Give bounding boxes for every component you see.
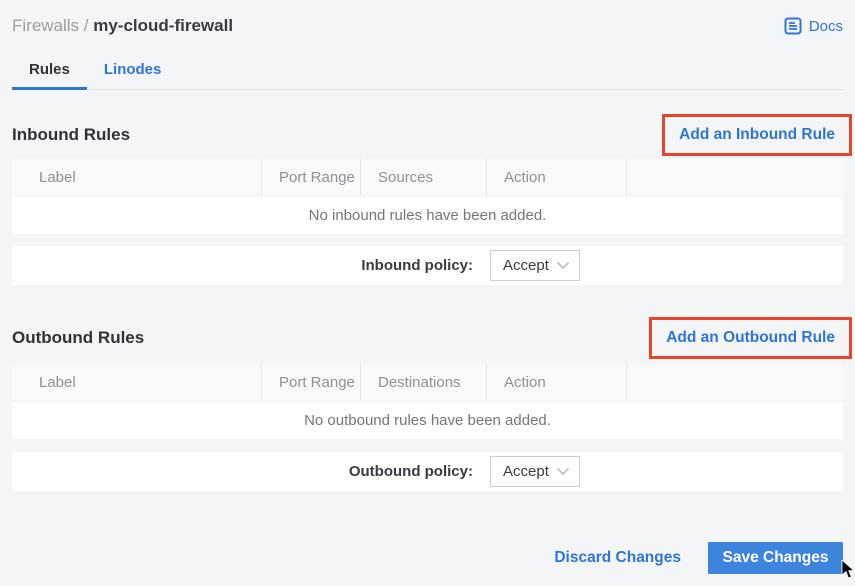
tab-linodes[interactable]: Linodes	[87, 55, 179, 90]
inbound-empty-row: No inbound rules have been added.	[12, 197, 843, 234]
add-outbound-rule-button[interactable]: Add an Outbound Rule	[666, 329, 835, 346]
inbound-column-port-range: Port Range	[261, 159, 360, 195]
breadcrumb-separator: /	[79, 16, 93, 35]
outbound-policy-row: Outbound policy: Accept	[12, 452, 843, 491]
inbound-policy-label: Inbound policy:	[12, 257, 473, 274]
save-changes-button[interactable]: Save Changes	[708, 542, 843, 574]
outbound-policy-label: Outbound policy:	[12, 463, 473, 480]
inbound-rules-title: Inbound Rules	[12, 125, 130, 145]
inbound-policy-row: Inbound policy: Accept	[12, 246, 843, 285]
inbound-section-header: Inbound Rules Add an Inbound Rule	[12, 113, 843, 157]
outbound-section-header: Outbound Rules Add an Outbound Rule	[12, 316, 843, 360]
outbound-policy-value: Accept	[503, 463, 549, 480]
outbound-column-port-range: Port Range	[261, 364, 360, 400]
mouse-cursor-icon	[841, 560, 855, 585]
outbound-empty-message: No outbound rules have been added.	[304, 412, 551, 429]
inbound-column-label: Label	[12, 159, 261, 195]
inbound-column-action: Action	[486, 159, 626, 195]
inbound-empty-message: No inbound rules have been added.	[309, 207, 547, 224]
breadcrumb-firewalls-link[interactable]: Firewalls	[12, 16, 79, 35]
outbound-rules-title: Outbound Rules	[12, 328, 144, 348]
topbar: Firewalls / my-cloud-firewall Docs	[12, 0, 843, 39]
annotation-highlight-inbound: Add an Inbound Rule	[662, 114, 852, 156]
footer-actions: Discard Changes Save Changes	[12, 542, 843, 574]
outbound-column-label: Label	[12, 364, 261, 400]
outbound-column-destinations: Destinations	[360, 364, 486, 400]
inbound-table-header: Label Port Range Sources Action	[12, 159, 843, 195]
outbound-empty-row: No outbound rules have been added.	[12, 402, 843, 439]
inbound-policy-select[interactable]: Accept	[490, 250, 580, 281]
annotation-highlight-outbound: Add an Outbound Rule	[649, 317, 852, 359]
inbound-column-spacer	[626, 159, 843, 195]
inbound-policy-value: Accept	[503, 257, 549, 274]
chevron-down-icon	[556, 261, 570, 270]
outbound-column-action: Action	[486, 364, 626, 400]
outbound-table-header: Label Port Range Destinations Action	[12, 364, 843, 400]
breadcrumb-current-firewall: my-cloud-firewall	[93, 16, 233, 35]
add-inbound-rule-button[interactable]: Add an Inbound Rule	[679, 126, 835, 143]
docs-icon	[784, 17, 802, 35]
outbound-column-spacer	[626, 364, 843, 400]
tab-rules[interactable]: Rules	[12, 55, 87, 90]
outbound-policy-select[interactable]: Accept	[490, 456, 580, 487]
breadcrumb: Firewalls / my-cloud-firewall	[12, 16, 233, 36]
docs-link-label: Docs	[809, 18, 843, 35]
tab-bar: Rules Linodes	[12, 55, 843, 90]
discard-changes-button[interactable]: Discard Changes	[554, 549, 681, 567]
chevron-down-icon	[556, 467, 570, 476]
inbound-column-sources: Sources	[360, 159, 486, 195]
docs-link[interactable]: Docs	[784, 17, 843, 35]
